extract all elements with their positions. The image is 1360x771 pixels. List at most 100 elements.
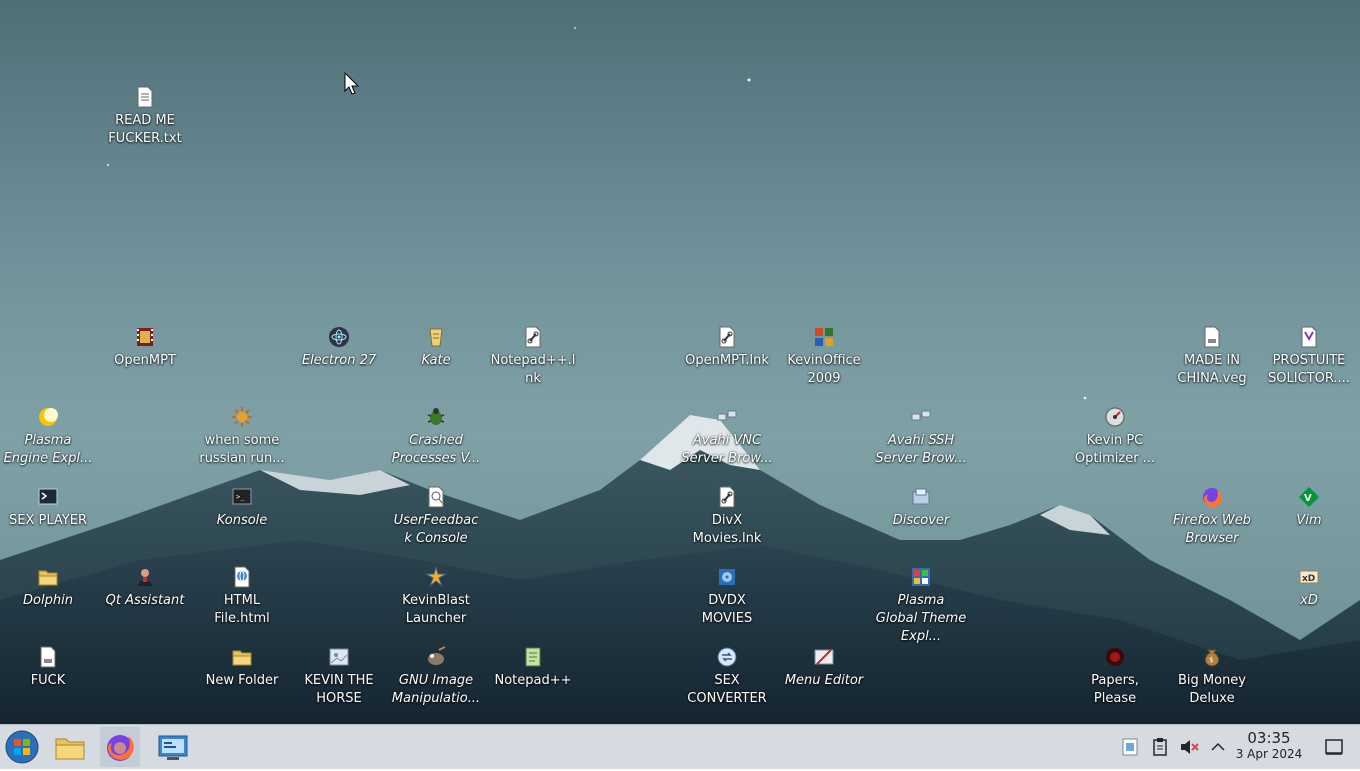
link-file-icon [525, 326, 541, 348]
desktop-icon-crashed-processes-v[interactable]: Crashed Processes V... [390, 406, 482, 468]
desktop-icon-label: Notepad++.lnk [490, 353, 576, 386]
desktop-icon-discover[interactable]: Discover [875, 486, 967, 530]
volume-tray[interactable] [1179, 737, 1199, 757]
gimp-icon [428, 646, 446, 665]
desktop-icon-label: FUCK [30, 673, 66, 688]
konsole-icon: >_ [232, 488, 252, 505]
network-tray-icon [1122, 738, 1138, 756]
desktop-icon-label: SEX CONVERTER [687, 673, 767, 706]
desktop-icon-prostuite-solictor[interactable]: PROSTUITE SOLICTOR.... [1263, 326, 1355, 388]
dvd-icon [719, 569, 735, 585]
network-icon [911, 410, 931, 421]
desktop-icon-avahi-vnc-server-brow[interactable]: Avahi VNC Server Brow... [681, 406, 773, 468]
desktop-icon-avahi-ssh-server-brow[interactable]: Avahi SSH Server Brow... [875, 406, 967, 468]
desktop-icon-kevinoffice-2009[interactable]: KevinOffice 2009 [778, 326, 870, 388]
desktop-icon-label: DVDX MOVIES [701, 593, 753, 626]
file-manager-taskbar-button[interactable] [50, 727, 90, 767]
desktop-icon-notepad-lnk[interactable]: Notepad++.lnk [487, 326, 579, 388]
desktop-icon-label: Avahi SSH Server Brow... [875, 433, 967, 466]
muted-speaker-icon [1181, 740, 1199, 754]
desktop-icon-openmpt[interactable]: OpenMPT [99, 326, 191, 370]
firefox-icon [107, 735, 134, 761]
desktop-icon-label: Qt Assistant [105, 593, 185, 608]
mouse-cursor-icon [344, 72, 360, 95]
optimizer-icon [1105, 407, 1125, 427]
media-file-icon [1204, 326, 1220, 348]
desktop-icon-kevin-pc-optimizer[interactable]: Kevin PC Optimizer ... [1069, 406, 1161, 468]
sun-icon [232, 407, 252, 427]
text-file-icon [137, 86, 153, 108]
desktop-icon-fuck[interactable]: FUCK [2, 646, 94, 690]
firefox-taskbar-button[interactable] [100, 727, 140, 767]
desktop-icon-label: when some russian run... [199, 433, 285, 466]
desktop-icon-label: SEX PLAYER [9, 513, 87, 528]
desktop-icon-label: Papers, Please [1091, 673, 1139, 706]
desktop-icon-when-some-russian-run[interactable]: when some russian run... [196, 406, 288, 468]
firefox-icon [1203, 488, 1222, 508]
show-desktop-button[interactable] [1324, 737, 1344, 757]
desktop-icon-label: DivX Movies.lnk [692, 513, 762, 546]
xd-icon: xD [1299, 570, 1319, 584]
desktop-icon-label: Vim [1296, 513, 1322, 528]
desktop-icon-label: Konsole [216, 513, 268, 528]
folder-icon [38, 570, 58, 586]
link-file-icon [719, 326, 735, 348]
desktop-icon-divx-movies-lnk[interactable]: DivX Movies.lnk [681, 486, 773, 548]
clock[interactable]: 03:35 3 Apr 2024 [1234, 729, 1304, 762]
desktop-icon-label: Plasma Global Theme Expl... [875, 593, 967, 644]
desktop-icon-sex-converter[interactable]: SEX CONVERTER [681, 646, 773, 708]
desktop-icon-big-money-deluxe[interactable]: $ Big Money Deluxe [1166, 646, 1258, 708]
desktop-icon-label: Discover [892, 513, 950, 528]
desktop-icon-dolphin[interactable]: Dolphin [2, 566, 94, 610]
desktop-icon-plasma-engine-expl[interactable]: Plasma Engine Expl... [2, 406, 94, 468]
svg-text:xD: xD [1302, 574, 1315, 584]
desktop-icon-read-me-fucker-txt[interactable]: READ ME FUCKER.txt [99, 86, 191, 148]
desktop-icon-html-file-html[interactable]: HTML File.html [196, 566, 288, 628]
system-settings-taskbar-button[interactable] [153, 727, 193, 767]
clipboard-tray[interactable] [1150, 737, 1170, 757]
feedback-icon [428, 486, 444, 508]
film-strip-icon [137, 328, 153, 346]
desktop-icon-label: KevinOffice 2009 [787, 353, 861, 386]
media-file-icon [40, 646, 56, 668]
link-file-icon [719, 486, 735, 508]
desktop-icon-plasma-global-theme-expl[interactable]: Plasma Global Theme Expl... [875, 566, 967, 646]
desktop-icon-electron-27[interactable]: Electron 27 [293, 326, 385, 370]
desktop-icon-notepad[interactable]: Notepad++ [487, 646, 579, 690]
papers-please-icon [1106, 648, 1124, 666]
desktop-icon-label: HTML File.html [214, 593, 270, 626]
clipboard-icon [1153, 738, 1167, 756]
desktop-icon-konsole[interactable]: >_ Konsole [196, 486, 288, 530]
desktop-icon-firefox-web-browser[interactable]: Firefox Web Browser [1166, 486, 1258, 548]
electron-icon [329, 327, 349, 347]
taskbar: 03:35 3 Apr 2024 [0, 724, 1360, 769]
desktop-icon-new-folder[interactable]: New Folder [196, 646, 288, 690]
show-hidden-tray-button[interactable] [1208, 737, 1228, 757]
terminal-icon [38, 488, 58, 505]
desktop-icon-papers-please[interactable]: Papers, Please [1069, 646, 1161, 708]
desktop-icon-kevinblast-launcher[interactable]: KevinBlast Launcher [390, 566, 482, 628]
start-button[interactable] [2, 727, 42, 767]
desktop-icon-openmpt-lnk[interactable]: OpenMPT.lnk [681, 326, 773, 370]
desktop-icon-menu-editor[interactable]: Menu Editor [778, 646, 870, 690]
file-manager-icon [55, 738, 85, 760]
desktop-icon-made-in-china-veg[interactable]: MADE IN CHINA.veg [1166, 326, 1258, 388]
desktop-icon-qt-assistant[interactable]: Qt Assistant [99, 566, 191, 610]
desktop-icon-vim[interactable]: V Vim [1263, 486, 1355, 530]
desktop-icon-label: PROSTUITE SOLICTOR.... [1268, 353, 1350, 386]
desktop-icon-kate[interactable]: Kate [390, 326, 482, 370]
html-file-icon [234, 566, 250, 588]
desktop-icon-dvdx-movies[interactable]: DVDX MOVIES [681, 566, 773, 628]
desktop-icon-label: Crashed Processes V... [391, 433, 481, 466]
desktop-icon-xd[interactable]: xD xD [1263, 566, 1355, 610]
chevron-up-icon [1211, 742, 1225, 751]
network-tray[interactable] [1120, 737, 1140, 757]
desktop-icon-label: Firefox Web Browser [1173, 513, 1251, 546]
desktop-icon-kevin-the-horse[interactable]: KEVIN THE HORSE [293, 646, 385, 708]
desktop-icon-label: OpenMPT.lnk [685, 353, 769, 368]
desktop-icon-sex-player[interactable]: SEX PLAYER [2, 486, 94, 530]
desktop-icon-gnu-image-manipulatio[interactable]: GNU Image Manipulatio... [390, 646, 482, 708]
desktop-icon-userfeedback-console[interactable]: UserFeedback Console [390, 486, 482, 548]
money-bag-icon: $ [1204, 649, 1220, 667]
vim-icon: V [1299, 487, 1319, 507]
